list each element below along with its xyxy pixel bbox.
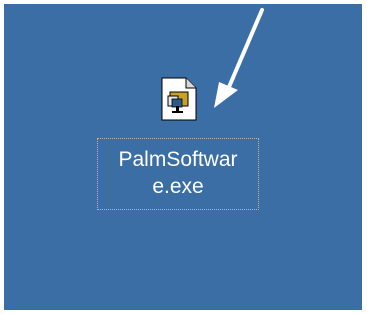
executable-file-icon — [161, 77, 197, 121]
icon-label-line-2: e.exe — [152, 175, 204, 198]
desktop[interactable]: PalmSoftwar e.exe — [4, 4, 362, 310]
desktop-icon-label[interactable]: PalmSoftwar e.exe — [97, 138, 259, 210]
icon-label-line-1: PalmSoftwar — [118, 148, 238, 171]
desktop-icon-palmsoftware[interactable] — [156, 76, 206, 122]
screenshot-frame: PalmSoftwar e.exe — [0, 0, 367, 314]
